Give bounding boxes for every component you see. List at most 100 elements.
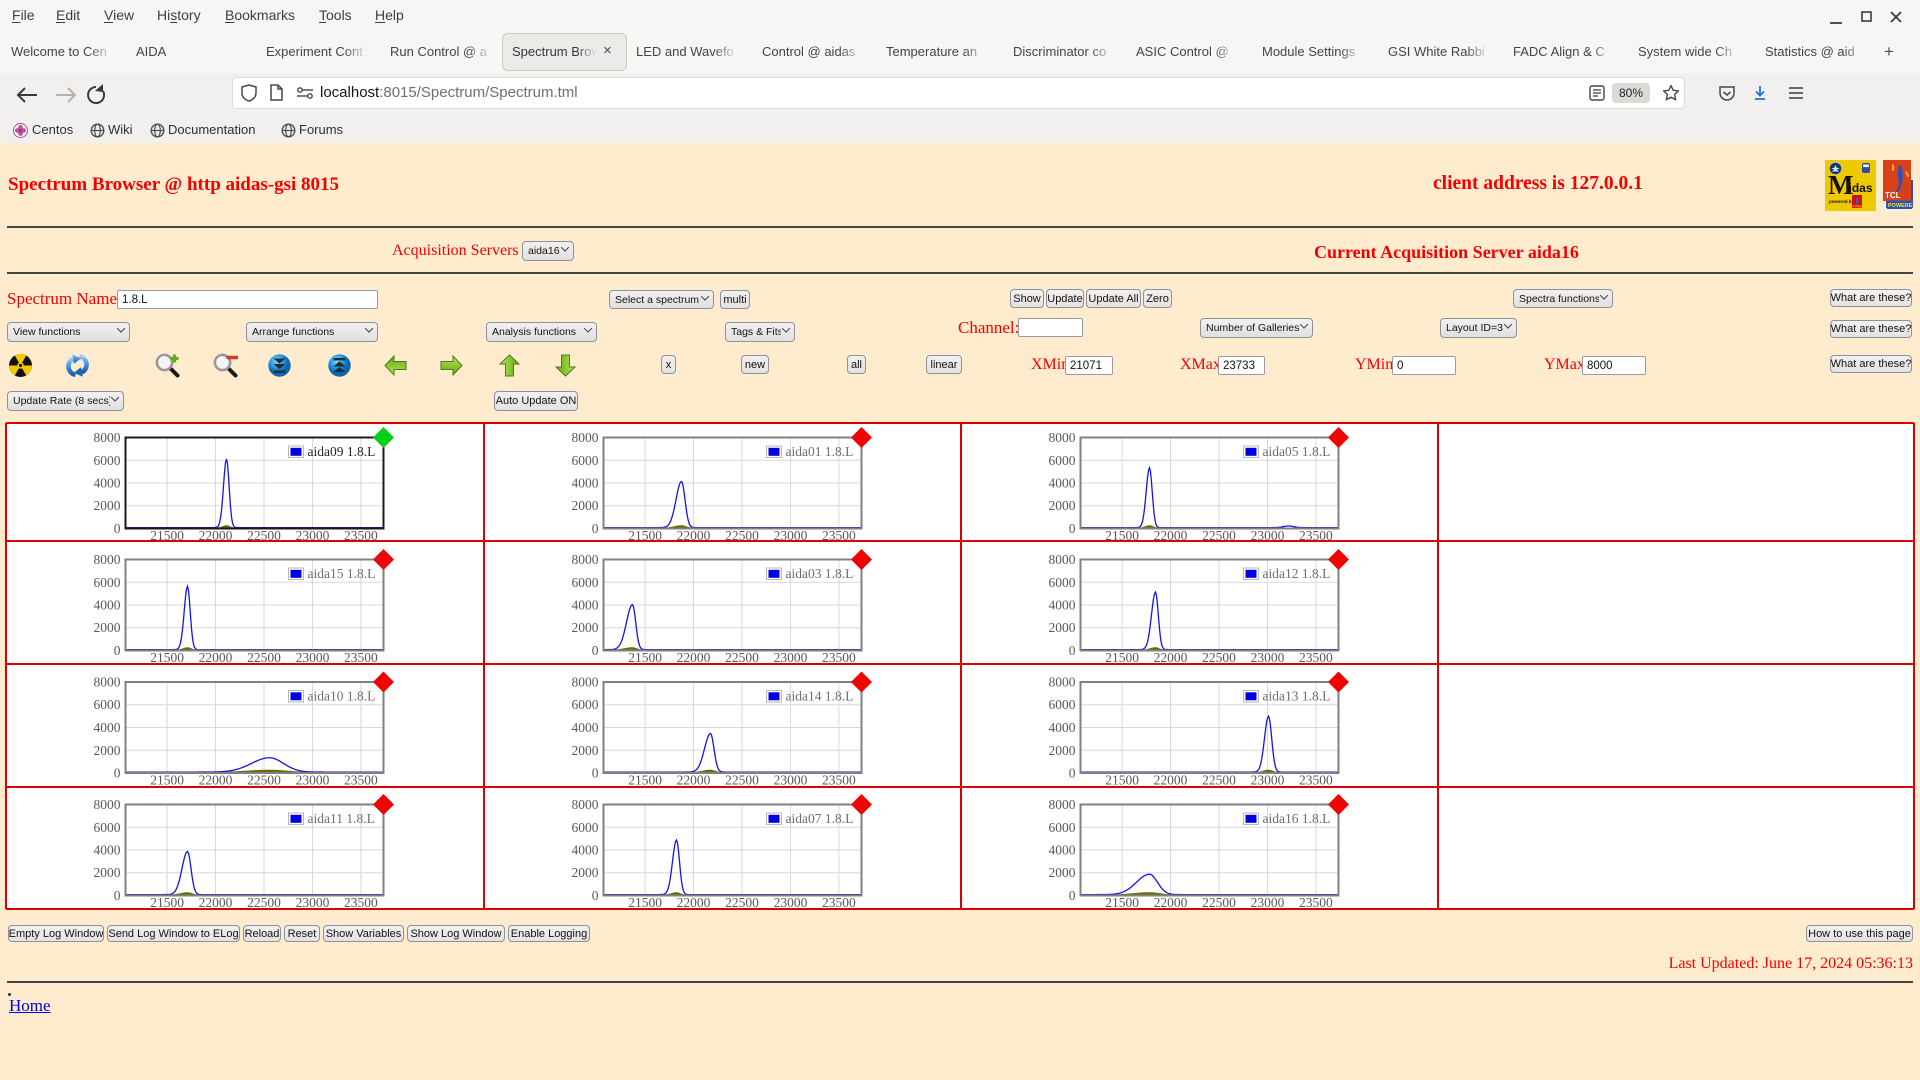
svg-text:21500: 21500 xyxy=(150,528,184,540)
svg-text:8000: 8000 xyxy=(94,552,121,567)
svg-text:4000: 4000 xyxy=(571,598,598,613)
svg-text:21500: 21500 xyxy=(150,773,184,786)
svg-text:8000: 8000 xyxy=(1048,552,1075,567)
svg-text:22000: 22000 xyxy=(676,773,710,786)
svg-text:23000: 23000 xyxy=(296,528,330,540)
svg-text:21500: 21500 xyxy=(1105,895,1139,908)
svg-text:21500: 21500 xyxy=(628,650,662,663)
svg-text:22000: 22000 xyxy=(199,528,233,540)
svg-text:0: 0 xyxy=(591,766,598,781)
svg-text:6000: 6000 xyxy=(94,575,121,590)
svg-text:22500: 22500 xyxy=(725,773,759,786)
svg-text:8000: 8000 xyxy=(571,675,598,690)
svg-text:23500: 23500 xyxy=(1299,528,1333,540)
svg-text:6000: 6000 xyxy=(1048,820,1075,835)
svg-text:23500: 23500 xyxy=(1299,650,1333,663)
svg-text:8000: 8000 xyxy=(571,797,598,812)
svg-text:6000: 6000 xyxy=(1048,575,1075,590)
svg-text:aida05 1.8.L: aida05 1.8.L xyxy=(1262,444,1330,459)
svg-text:21500: 21500 xyxy=(150,650,184,663)
svg-text:2000: 2000 xyxy=(94,620,121,635)
svg-text:23000: 23000 xyxy=(1250,528,1284,540)
svg-text:2000: 2000 xyxy=(1048,498,1075,513)
svg-text:0: 0 xyxy=(591,643,598,658)
svg-text:21500: 21500 xyxy=(1105,528,1139,540)
svg-text:23000: 23000 xyxy=(773,895,807,908)
svg-text:2000: 2000 xyxy=(1048,865,1075,880)
svg-text:22000: 22000 xyxy=(676,650,710,663)
svg-text:23500: 23500 xyxy=(344,773,378,786)
svg-text:23000: 23000 xyxy=(773,773,807,786)
svg-text:21500: 21500 xyxy=(1105,773,1139,786)
svg-text:22500: 22500 xyxy=(247,773,281,786)
svg-text:4000: 4000 xyxy=(94,476,121,491)
svg-text:8000: 8000 xyxy=(1048,797,1075,812)
svg-text:22500: 22500 xyxy=(1202,528,1236,540)
svg-text:4000: 4000 xyxy=(571,843,598,858)
svg-text:6000: 6000 xyxy=(571,453,598,468)
svg-text:0: 0 xyxy=(114,521,121,536)
svg-text:23500: 23500 xyxy=(1299,895,1333,908)
svg-text:powered by: powered by xyxy=(1829,199,1855,204)
svg-text:22000: 22000 xyxy=(199,773,233,786)
svg-text:2000: 2000 xyxy=(571,620,598,635)
svg-text:22000: 22000 xyxy=(1153,895,1187,908)
svg-text:22000: 22000 xyxy=(1153,528,1187,540)
svg-text:aida12 1.8.L: aida12 1.8.L xyxy=(1262,566,1330,581)
svg-text:0: 0 xyxy=(114,643,121,658)
svg-text:0: 0 xyxy=(1068,766,1075,781)
svg-text:23000: 23000 xyxy=(1250,895,1284,908)
svg-text:6000: 6000 xyxy=(571,697,598,712)
svg-text:22500: 22500 xyxy=(1202,773,1236,786)
svg-text:22500: 22500 xyxy=(725,895,759,908)
svg-text:4000: 4000 xyxy=(94,598,121,613)
svg-text:23500: 23500 xyxy=(822,895,856,908)
svg-text:6000: 6000 xyxy=(1048,697,1075,712)
svg-text:8000: 8000 xyxy=(1048,675,1075,690)
svg-text:21500: 21500 xyxy=(150,895,184,908)
svg-text:0: 0 xyxy=(114,888,121,903)
svg-text:22000: 22000 xyxy=(676,528,710,540)
svg-text:8000: 8000 xyxy=(94,675,121,690)
svg-text:POWERED: POWERED xyxy=(1853,205,1870,209)
svg-text:23500: 23500 xyxy=(344,895,378,908)
svg-text:23000: 23000 xyxy=(296,650,330,663)
svg-text:0: 0 xyxy=(1068,521,1075,536)
svg-text:4000: 4000 xyxy=(1048,598,1075,613)
svg-text:6000: 6000 xyxy=(571,820,598,835)
svg-text:22500: 22500 xyxy=(247,528,281,540)
svg-text:22500: 22500 xyxy=(725,650,759,663)
svg-text:aida01 1.8.L: aida01 1.8.L xyxy=(785,444,853,459)
svg-text:4000: 4000 xyxy=(1048,843,1075,858)
svg-text:22000: 22000 xyxy=(199,650,233,663)
svg-text:22500: 22500 xyxy=(725,528,759,540)
svg-text:6000: 6000 xyxy=(94,453,121,468)
svg-text:0: 0 xyxy=(114,766,121,781)
svg-text:23000: 23000 xyxy=(296,773,330,786)
svg-text:23500: 23500 xyxy=(344,528,378,540)
svg-text:22000: 22000 xyxy=(1153,773,1187,786)
svg-text:23000: 23000 xyxy=(773,650,807,663)
svg-text:POWERED: POWERED xyxy=(1888,203,1914,209)
svg-text:2000: 2000 xyxy=(571,498,598,513)
svg-text:0: 0 xyxy=(591,521,598,536)
svg-text:22000: 22000 xyxy=(199,895,233,908)
svg-text:aida15 1.8.L: aida15 1.8.L xyxy=(308,566,376,581)
svg-text:4000: 4000 xyxy=(571,476,598,491)
svg-text:8000: 8000 xyxy=(1048,430,1075,445)
svg-text:2000: 2000 xyxy=(94,743,121,758)
svg-text:aida10 1.8.L: aida10 1.8.L xyxy=(308,689,376,704)
svg-text:23000: 23000 xyxy=(1250,773,1284,786)
svg-text:4000: 4000 xyxy=(94,720,121,735)
svg-text:4000: 4000 xyxy=(1048,476,1075,491)
svg-text:aida14 1.8.L: aida14 1.8.L xyxy=(785,689,853,704)
svg-text:4000: 4000 xyxy=(1048,720,1075,735)
svg-text:2000: 2000 xyxy=(94,498,121,513)
svg-text:23000: 23000 xyxy=(773,528,807,540)
svg-text:21500: 21500 xyxy=(628,528,662,540)
svg-text:aida03 1.8.L: aida03 1.8.L xyxy=(785,566,853,581)
svg-text:22000: 22000 xyxy=(676,895,710,908)
svg-text:aida13 1.8.L: aida13 1.8.L xyxy=(1262,689,1330,704)
svg-text:TCL: TCL xyxy=(1885,191,1901,200)
svg-text:23500: 23500 xyxy=(822,773,856,786)
